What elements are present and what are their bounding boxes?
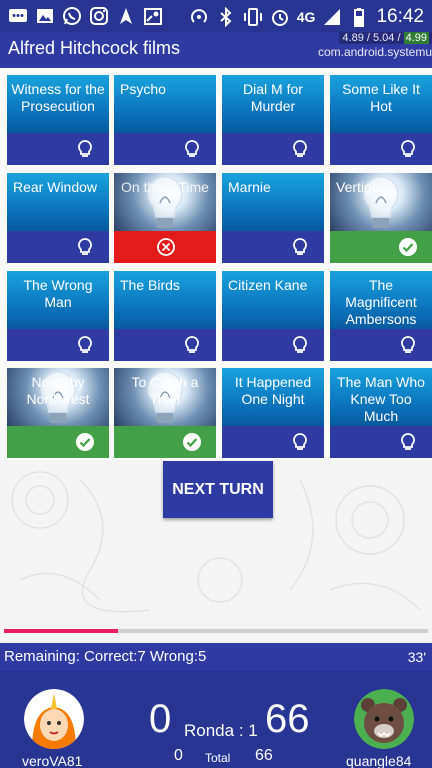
card-some-like-it-hot[interactable]: Some Like It Hot: [330, 75, 432, 165]
card-title: The Wrong Man: [23, 277, 93, 310]
time-progress-bar: [4, 629, 428, 633]
player-right-name: quangle84: [346, 753, 412, 768]
card-title: Vertigo: [336, 179, 380, 195]
card-wrong-answer[interactable]: On the... Time: [114, 173, 216, 263]
remaining-bar: Remaining: Correct:7 Wrong:5 33': [0, 643, 432, 671]
page-title: Alfred Hitchcock films: [8, 38, 181, 58]
time-remaining: 33': [407, 649, 426, 665]
next-turn-button[interactable]: NEXT TURN: [163, 461, 273, 518]
process-name-overlay: com.android.systemu: [317, 45, 432, 59]
card-marnie[interactable]: Marnie: [222, 173, 324, 263]
instagram-icon: [90, 7, 108, 25]
player-right-round-score: 66: [265, 697, 310, 741]
card-witness-for-the-prosecution[interactable]: Witness for the Prosecution: [7, 75, 109, 165]
notification-icons: [8, 6, 163, 26]
card-the-birds[interactable]: The Birds: [114, 271, 216, 361]
card-title: Psycho: [120, 81, 166, 97]
card-psycho[interactable]: Psycho: [114, 75, 216, 165]
cpu-load-highlight: 4.99: [403, 32, 429, 44]
avatar-right[interactable]: [354, 689, 414, 749]
player-right-total: 66: [255, 747, 273, 764]
card-title: To Catch a Thief: [131, 374, 199, 407]
signal-icon: [324, 9, 341, 25]
unicorn-avatar-icon: [24, 689, 84, 749]
remaining-counts: Remaining: Correct:7 Wrong:5: [4, 648, 207, 665]
lightbulb-icon: [293, 336, 307, 353]
card-title: North by Northwest: [26, 374, 90, 407]
map-icon: [144, 8, 162, 25]
network-type: 4G: [296, 9, 316, 25]
lightbulb-icon: [78, 238, 92, 255]
total-label: Total: [205, 751, 231, 765]
bear-avatar-icon: [354, 689, 414, 749]
player-left-total: 0: [174, 747, 183, 764]
card-title: The Magnificent Ambersons: [345, 277, 417, 327]
battery-icon: [354, 8, 365, 27]
lightbulb-icon: [293, 140, 307, 157]
lightbulb-icon: [78, 140, 92, 157]
status-bar: 4G 16:42: [0, 0, 432, 32]
bluetooth-icon: [220, 7, 232, 27]
card-north-by-northwest[interactable]: North by Northwest: [7, 368, 109, 458]
card-the-man-who-knew-too-much[interactable]: The Man Who Knew Too Much: [330, 368, 432, 458]
message-icon: [9, 9, 27, 22]
vibrate-icon: [243, 8, 262, 26]
lightbulb-icon: [401, 336, 415, 353]
round-label: Ronda : 1: [184, 721, 258, 740]
card-rear-window[interactable]: Rear Window: [7, 173, 109, 263]
app-bar: Alfred Hitchcock films 4.89 / 5.04 / 4.9…: [0, 32, 432, 68]
card-dial-m-for-murder[interactable]: Dial M for Murder: [222, 75, 324, 165]
check-circle-icon: [76, 433, 94, 451]
card-the-wrong-man[interactable]: The Wrong Man: [7, 271, 109, 361]
score-panel: veroVA81 0 Ronda : 1 66 0 Total 66 quang…: [0, 671, 432, 768]
card-title: Citizen Kane: [228, 277, 308, 293]
card-title: On the... Time: [121, 179, 209, 195]
time-progress-fill: [4, 629, 119, 633]
lightbulb-icon: [185, 336, 199, 353]
player-left-name: veroVA81: [22, 753, 83, 768]
alarm-icon: [271, 10, 288, 26]
card-it-happened-one-night[interactable]: It Happened One Night: [222, 368, 324, 458]
cpu-load-values: 4.89 / 5.04 /: [342, 32, 401, 44]
card-vertigo[interactable]: Vertigo: [330, 173, 432, 263]
lightbulb-icon: [401, 140, 415, 157]
hotspot-icon: [190, 9, 207, 23]
card-citizen-kane[interactable]: Citizen Kane: [222, 271, 324, 361]
card-title: It Happened One Night: [234, 374, 312, 407]
card-title: Marnie: [228, 179, 271, 195]
card-title: The Birds: [120, 277, 180, 293]
lightbulb-icon: [293, 238, 307, 255]
clock: 16:42: [376, 6, 424, 27]
card-the-magnificent-ambersons[interactable]: The Magnificent Ambersons: [330, 271, 432, 361]
lightbulb-icon: [78, 336, 92, 353]
image-icon: [37, 9, 53, 23]
card-board: Witness for the Prosecution Psycho Dial …: [0, 68, 432, 460]
whatsapp-icon: [63, 7, 81, 25]
card-title: Rear Window: [13, 179, 98, 195]
lightbulb-icon: [401, 433, 415, 450]
cpu-load-overlay: 4.89 / 5.04 / 4.99: [339, 32, 432, 44]
card-title: Some Like It Hot: [342, 81, 420, 114]
check-circle-icon: [183, 433, 201, 451]
lightbulb-icon: [293, 433, 307, 450]
card-title: Dial M for Murder: [243, 81, 303, 114]
system-status: 4G 16:42: [189, 6, 424, 28]
arrow-icon: [120, 8, 132, 24]
card-to-catch-a-thief[interactable]: To Catch a Thief: [114, 368, 216, 458]
x-circle-icon: [157, 238, 175, 256]
card-title: Witness for the Prosecution: [11, 81, 105, 114]
lightbulb-icon: [185, 140, 199, 157]
avatar-left[interactable]: [24, 689, 84, 749]
card-title: The Man Who Knew Too Much: [337, 374, 425, 424]
check-circle-icon: [399, 238, 417, 256]
player-left-round-score: 0: [149, 697, 172, 741]
